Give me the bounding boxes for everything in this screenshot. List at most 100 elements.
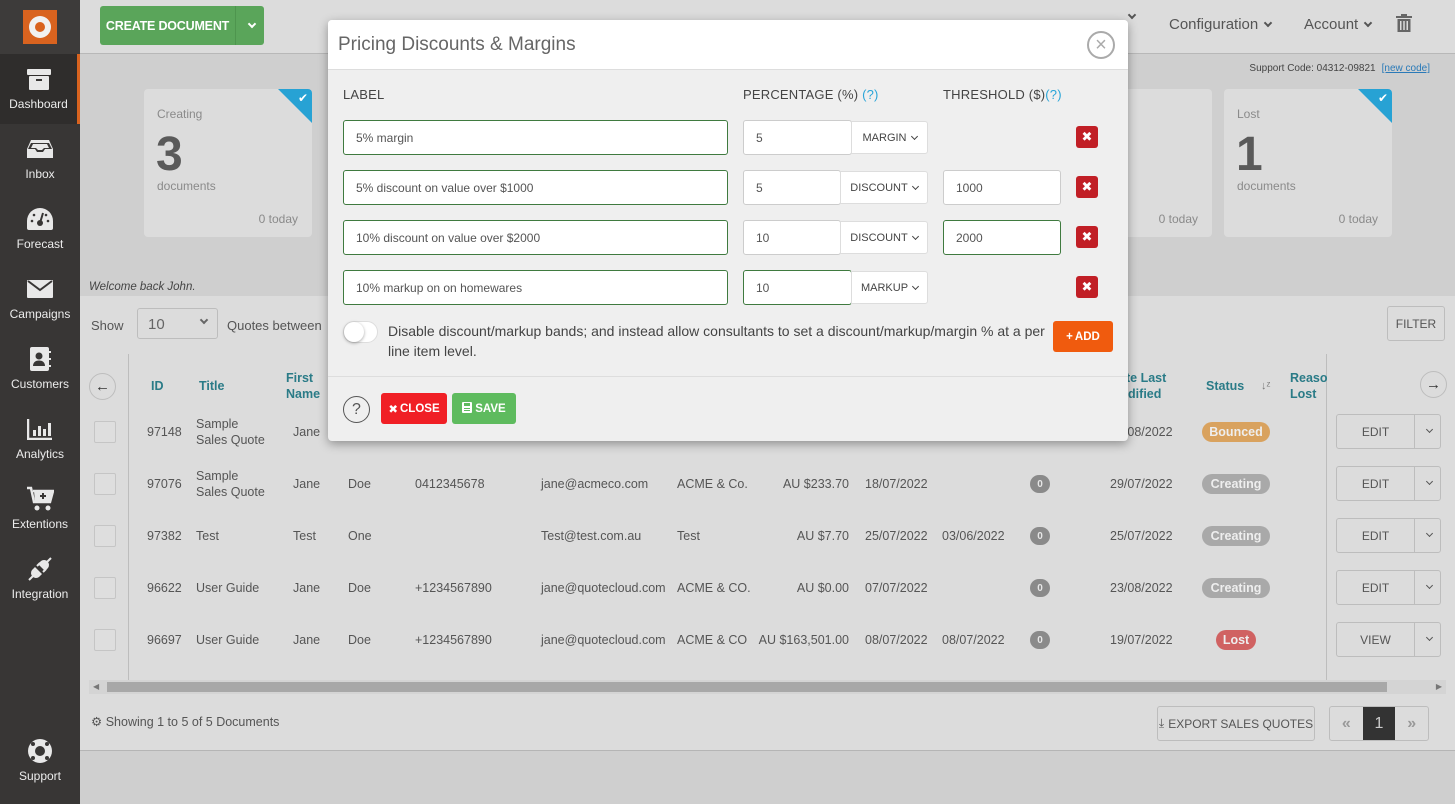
pager-current-page[interactable]: 1 bbox=[1362, 707, 1396, 740]
create-document-label: CREATE DOCUMENT bbox=[105, 18, 230, 33]
row-checkbox[interactable] bbox=[94, 629, 116, 651]
cell-first-name: Jane bbox=[293, 581, 321, 595]
row-action-button[interactable]: VIEW bbox=[1336, 622, 1441, 657]
header-id[interactable]: ID bbox=[151, 378, 164, 394]
chevron-down-icon bbox=[911, 282, 920, 290]
sidebar-item-analytics[interactable]: Analytics bbox=[0, 404, 80, 474]
row-action-label[interactable]: EDIT bbox=[1337, 415, 1415, 448]
band-threshold-input[interactable]: 2000 bbox=[943, 220, 1061, 255]
sidebar-item-dashboard[interactable]: Dashboard bbox=[0, 54, 80, 124]
band-threshold-input[interactable]: 1000 bbox=[943, 170, 1061, 205]
cell-email[interactable]: Test@test.com.au bbox=[541, 528, 641, 544]
band-type-select[interactable]: DISCOUNT bbox=[840, 171, 928, 204]
envelope-icon bbox=[26, 277, 54, 301]
band-type-select[interactable]: MARKUP bbox=[851, 271, 928, 304]
cell-email[interactable]: jane@quotecloud.com bbox=[541, 632, 666, 648]
row-action-dropdown[interactable] bbox=[1415, 519, 1440, 552]
row-checkbox[interactable] bbox=[94, 421, 116, 443]
row-checkbox[interactable] bbox=[94, 577, 116, 599]
trash-icon[interactable] bbox=[1396, 14, 1412, 32]
create-document-button[interactable]: CREATE DOCUMENT bbox=[100, 6, 264, 45]
scroll-right-arrow-icon[interactable]: ▶ bbox=[1436, 682, 1442, 691]
header-status[interactable]: Status bbox=[1206, 378, 1244, 394]
sidebar-item-forecast[interactable]: Forecast bbox=[0, 194, 80, 264]
scrollbar-thumb[interactable] bbox=[107, 682, 1387, 692]
hidden-menu-chevron[interactable] bbox=[1126, 10, 1137, 20]
sidebar-item-integration[interactable]: Integration bbox=[0, 544, 80, 614]
delete-band-button[interactable]: ✖ bbox=[1076, 276, 1098, 298]
band-label-input[interactable]: 5% margin bbox=[343, 120, 728, 155]
cell-email[interactable]: jane@quotecloud.com bbox=[541, 580, 666, 596]
table-row[interactable]: 96697 User Guide Jane Doe +1234567890 jane@qu… bbox=[80, 614, 1455, 666]
scroll-left-button[interactable]: ← bbox=[89, 373, 116, 400]
band-percentage-input[interactable]: 5 bbox=[743, 120, 852, 155]
row-action-dropdown[interactable] bbox=[1415, 467, 1440, 500]
row-action-label[interactable]: EDIT bbox=[1337, 467, 1415, 500]
header-title[interactable]: Title bbox=[199, 378, 224, 394]
sidebar-item-campaigns[interactable]: Campaigns bbox=[0, 264, 80, 334]
table-row[interactable]: 97382 Test Test One Test@test.com.au Test 25/0… bbox=[80, 510, 1455, 562]
cell-count-badge: 0 bbox=[1030, 527, 1050, 545]
sidebar-item-inbox[interactable]: Inbox bbox=[0, 124, 80, 194]
row-checkbox[interactable] bbox=[94, 525, 116, 547]
band-percentage-input[interactable]: 10 bbox=[743, 220, 841, 255]
sidebar-item-customers[interactable]: Customers bbox=[0, 334, 80, 404]
row-action-button[interactable]: EDIT bbox=[1336, 414, 1441, 449]
threshold-help-link[interactable]: (?) bbox=[1045, 87, 1062, 102]
page-size-select[interactable]: 10 bbox=[137, 308, 218, 339]
table-row[interactable]: 97076 Sample Sales Quote Jane Doe 0412345678… bbox=[80, 458, 1455, 510]
close-button[interactable]: ✖ CLOSE bbox=[381, 393, 447, 424]
close-icon[interactable]: × bbox=[1087, 31, 1115, 59]
horizontal-scrollbar[interactable]: ◀ ▶ bbox=[89, 680, 1446, 694]
gear-icon[interactable]: ⚙ bbox=[91, 715, 102, 729]
row-action-button[interactable]: EDIT bbox=[1336, 518, 1441, 553]
row-action-dropdown[interactable] bbox=[1415, 623, 1440, 656]
row-action-label[interactable]: EDIT bbox=[1337, 519, 1415, 552]
table-row[interactable]: 96622 User Guide Jane Doe +1234567890 jane@qu… bbox=[80, 562, 1455, 614]
account-menu[interactable]: Account bbox=[1304, 16, 1373, 33]
row-action-dropdown[interactable] bbox=[1415, 415, 1440, 448]
percentage-help-link[interactable]: (?) bbox=[862, 87, 879, 102]
row-action-dropdown[interactable] bbox=[1415, 571, 1440, 604]
configuration-menu[interactable]: Configuration bbox=[1169, 16, 1273, 33]
band-type-select[interactable]: MARGIN bbox=[851, 121, 928, 154]
header-reason-lost[interactable]: Reason Lost bbox=[1290, 370, 1328, 402]
add-band-button[interactable]: + ADD bbox=[1053, 321, 1113, 352]
delete-band-button[interactable]: ✖ bbox=[1076, 176, 1098, 198]
save-button[interactable]: SAVE bbox=[452, 393, 516, 424]
pager-next[interactable]: » bbox=[1395, 707, 1428, 740]
band-type-select[interactable]: DISCOUNT bbox=[840, 221, 928, 254]
pager-prev[interactable]: « bbox=[1330, 707, 1363, 740]
stat-card-lost[interactable]: ✔ Lost 1 documents 0 today bbox=[1224, 89, 1392, 237]
create-document-dropdown[interactable] bbox=[235, 6, 264, 45]
row-checkbox[interactable] bbox=[94, 473, 116, 495]
band-percentage-input[interactable]: 5 bbox=[743, 170, 841, 205]
delete-band-button[interactable]: ✖ bbox=[1076, 126, 1098, 148]
band-label-input[interactable]: 5% discount on value over $1000 bbox=[343, 170, 728, 205]
disable-bands-toggle[interactable] bbox=[343, 321, 378, 343]
sidebar-item-extentions[interactable]: Extentions bbox=[0, 474, 80, 544]
band-type-value: MARKUP bbox=[860, 281, 909, 294]
x-icon: ✖ bbox=[1081, 229, 1093, 244]
scroll-right-button[interactable]: → bbox=[1420, 371, 1447, 398]
header-first-name[interactable]: First Name bbox=[286, 370, 331, 402]
band-label-input[interactable]: 10% discount on value over $2000 bbox=[343, 220, 728, 255]
app-logo[interactable] bbox=[0, 0, 80, 54]
sort-az-icon[interactable]: ↓ᶻ bbox=[1261, 378, 1270, 394]
row-action-button[interactable]: EDIT bbox=[1336, 466, 1441, 501]
filter-button[interactable]: FILTER bbox=[1387, 306, 1445, 341]
sidebar-item-support[interactable]: Support bbox=[0, 726, 80, 796]
new-code-link[interactable]: [new code] bbox=[1382, 63, 1430, 74]
row-action-label[interactable]: EDIT bbox=[1337, 571, 1415, 604]
stat-card-creating[interactable]: ✔ Creating 3 documents 0 today bbox=[144, 89, 312, 237]
row-action-button[interactable]: EDIT bbox=[1336, 570, 1441, 605]
x-icon: ✖ bbox=[1081, 279, 1093, 294]
cell-email[interactable]: jane@acmeco.com bbox=[541, 476, 648, 492]
delete-band-button[interactable]: ✖ bbox=[1076, 226, 1098, 248]
band-percentage-input[interactable]: 10 bbox=[743, 270, 852, 305]
row-action-label[interactable]: VIEW bbox=[1337, 623, 1415, 656]
band-label-input[interactable]: 10% markup on on homewares bbox=[343, 270, 728, 305]
scroll-left-arrow-icon[interactable]: ◀ bbox=[93, 682, 99, 691]
help-icon[interactable]: ? bbox=[343, 396, 370, 423]
export-sales-quotes-button[interactable]: ⤓ EXPORT SALES QUOTES bbox=[1157, 706, 1315, 741]
